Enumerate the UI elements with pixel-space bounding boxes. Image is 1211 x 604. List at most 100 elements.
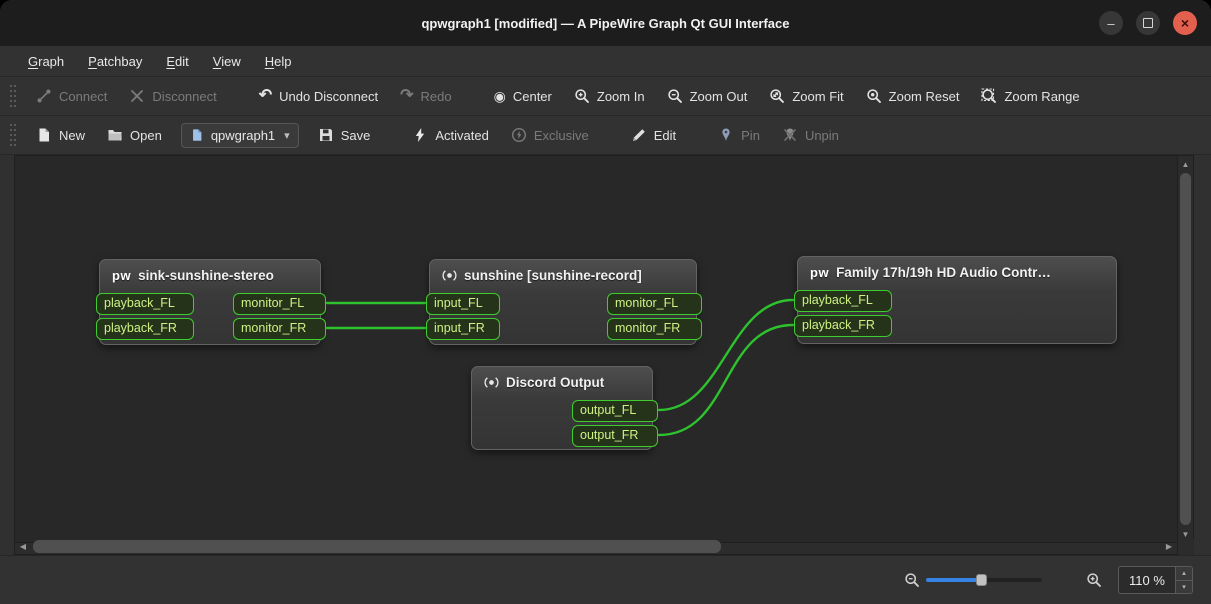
exclusive-toggle[interactable]: Exclusive <box>502 122 598 148</box>
pipewire-icon: pw <box>810 265 830 280</box>
connect-icon <box>37 89 51 103</box>
maximize-icon <box>1143 18 1153 28</box>
zoom-value: 110 % <box>1129 572 1165 588</box>
titlebar: qpwgraph1 [modified] — A PipeWire Graph … <box>0 0 1211 46</box>
graph-toolbar: Connect Disconnect ↶ Undo Disconnect ↷ R… <box>0 77 1211 116</box>
node-sunshine-record[interactable]: sunshine [sunshine-record] input_FL inpu… <box>426 259 702 345</box>
save-icon <box>319 129 332 141</box>
main-area: pw sink-sunshine-stereo playback_FL play… <box>0 155 1211 555</box>
port-playback-fr[interactable]: playback_FR <box>794 315 892 337</box>
redo-icon: ↷ <box>400 87 414 104</box>
vertical-scroll-handle[interactable] <box>1180 173 1191 525</box>
record-icon <box>442 270 457 281</box>
new-button[interactable]: New <box>27 122 94 148</box>
center-icon: ◉ <box>493 88 506 104</box>
port-playback-fl[interactable]: playback_FL <box>96 293 194 315</box>
undo-disconnect-button[interactable]: ↶ Undo Disconnect <box>250 83 387 109</box>
unpin-icon <box>784 128 796 142</box>
zoom-fit-icon <box>769 88 785 104</box>
zoom-reset-button[interactable]: Zoom Reset <box>857 83 969 109</box>
zoom-slider[interactable] <box>926 572 1042 588</box>
menu-view[interactable]: View <box>203 51 251 72</box>
redo-button[interactable]: ↷ Redo <box>391 83 460 109</box>
disconnect-button[interactable]: Disconnect <box>120 83 225 109</box>
spin-down-button[interactable]: ▾ <box>1176 580 1192 593</box>
horizontal-scroll-handle[interactable] <box>33 540 721 553</box>
window-title: qpwgraph1 [modified] — A PipeWire Graph … <box>421 15 790 31</box>
pipewire-icon: pw <box>112 268 132 283</box>
open-folder-icon <box>108 130 122 141</box>
menu-help[interactable]: Help <box>255 51 302 72</box>
node-title: Family 17h/19h HD Audio Contr… <box>836 265 1051 280</box>
record-icon <box>484 377 499 388</box>
port-output-fl[interactable]: output_FL <box>572 400 658 422</box>
center-button[interactable]: ◉ Center <box>485 83 561 109</box>
chevron-down-icon: ▾ <box>284 129 290 142</box>
pin-button[interactable]: Pin <box>709 122 769 148</box>
pin-icon <box>722 128 730 142</box>
toolbar-handle[interactable] <box>10 85 17 107</box>
close-icon: × <box>1180 15 1190 31</box>
vertical-scrollbar[interactable]: ▲ ▼ <box>1178 155 1194 543</box>
minimize-icon: – <box>1107 15 1115 31</box>
maximize-button[interactable] <box>1136 11 1160 35</box>
file-toolbar: New Open qpwgraph1 ▾ Save Activated Excl… <box>0 116 1211 155</box>
node-title: Discord Output <box>506 375 605 390</box>
node-title: sink-sunshine-stereo <box>138 268 274 283</box>
port-monitor-fl[interactable]: monitor_FL <box>607 293 702 315</box>
zoom-in-icon <box>574 88 590 104</box>
zoom-reset-icon <box>866 88 882 104</box>
port-monitor-fr[interactable]: monitor_FR <box>233 318 326 340</box>
graph-canvas[interactable]: pw sink-sunshine-stereo playback_FL play… <box>14 155 1178 543</box>
undo-icon: ↶ <box>258 87 273 104</box>
lightning-icon <box>416 128 425 142</box>
exclusive-icon <box>511 127 526 143</box>
zoom-out-icon <box>904 572 920 588</box>
status-bar: 110 % ▴ ▾ <box>0 555 1211 604</box>
horizontal-scrollbar[interactable]: ◀ ▶ <box>14 539 1178 555</box>
port-output-fr[interactable]: output_FR <box>572 425 658 447</box>
patchbay-combobox[interactable]: qpwgraph1 ▾ <box>180 122 299 148</box>
new-file-icon <box>39 128 49 142</box>
node-sink-sunshine-stereo[interactable]: pw sink-sunshine-stereo playback_FL play… <box>96 259 326 345</box>
scroll-up-arrow[interactable]: ▲ <box>1178 156 1194 172</box>
zoom-range-button[interactable]: Zoom Range <box>972 83 1088 109</box>
port-playback-fl[interactable]: playback_FL <box>794 290 892 312</box>
node-title: sunshine [sunshine-record] <box>464 268 642 283</box>
zoom-out-icon <box>667 88 683 104</box>
port-monitor-fr[interactable]: monitor_FR <box>607 318 702 340</box>
menu-graph[interactable]: Graph <box>18 51 74 72</box>
menu-patchbay[interactable]: Patchbay <box>78 51 152 72</box>
open-button[interactable]: Open <box>98 122 171 148</box>
pencil-icon <box>632 129 645 141</box>
connection-edges <box>325 298 795 437</box>
scrollbar-corner <box>1178 539 1194 555</box>
minimize-button[interactable]: – <box>1099 11 1123 35</box>
spin-up-button[interactable]: ▴ <box>1176 567 1192 581</box>
zoom-slider-handle[interactable] <box>976 574 987 586</box>
zoom-out-button[interactable]: Zoom Out <box>658 83 757 109</box>
zoom-spinbox[interactable]: 110 % ▴ ▾ <box>1118 566 1193 594</box>
node-family-hd-audio[interactable]: pw Family 17h/19h HD Audio Contr… playba… <box>794 256 1117 344</box>
node-discord-output[interactable]: Discord Output output_FL output_FR <box>471 366 658 450</box>
port-monitor-fl[interactable]: monitor_FL <box>233 293 326 315</box>
menu-edit[interactable]: Edit <box>156 51 198 72</box>
activated-toggle[interactable]: Activated <box>403 122 497 148</box>
save-button[interactable]: Save <box>309 122 380 148</box>
zoom-in-icon <box>1086 572 1102 588</box>
toolbar-handle[interactable] <box>10 124 17 146</box>
zoom-range-icon <box>981 88 997 104</box>
window-controls: – × <box>1099 0 1197 46</box>
menu-bar: Graph Patchbay Edit View Help <box>0 46 1211 77</box>
port-playback-fr[interactable]: playback_FR <box>96 318 194 340</box>
unpin-button[interactable]: Unpin <box>773 122 848 148</box>
app-window: qpwgraph1 [modified] — A PipeWire Graph … <box>0 0 1211 604</box>
close-button[interactable]: × <box>1173 11 1197 35</box>
port-input-fl[interactable]: input_FL <box>426 293 500 315</box>
edit-toggle[interactable]: Edit <box>622 122 685 148</box>
patchbay-file-icon <box>192 129 202 141</box>
port-input-fr[interactable]: input_FR <box>426 318 500 340</box>
zoom-in-button[interactable]: Zoom In <box>565 83 654 109</box>
connect-button[interactable]: Connect <box>27 83 116 109</box>
zoom-fit-button[interactable]: Zoom Fit <box>760 83 852 109</box>
